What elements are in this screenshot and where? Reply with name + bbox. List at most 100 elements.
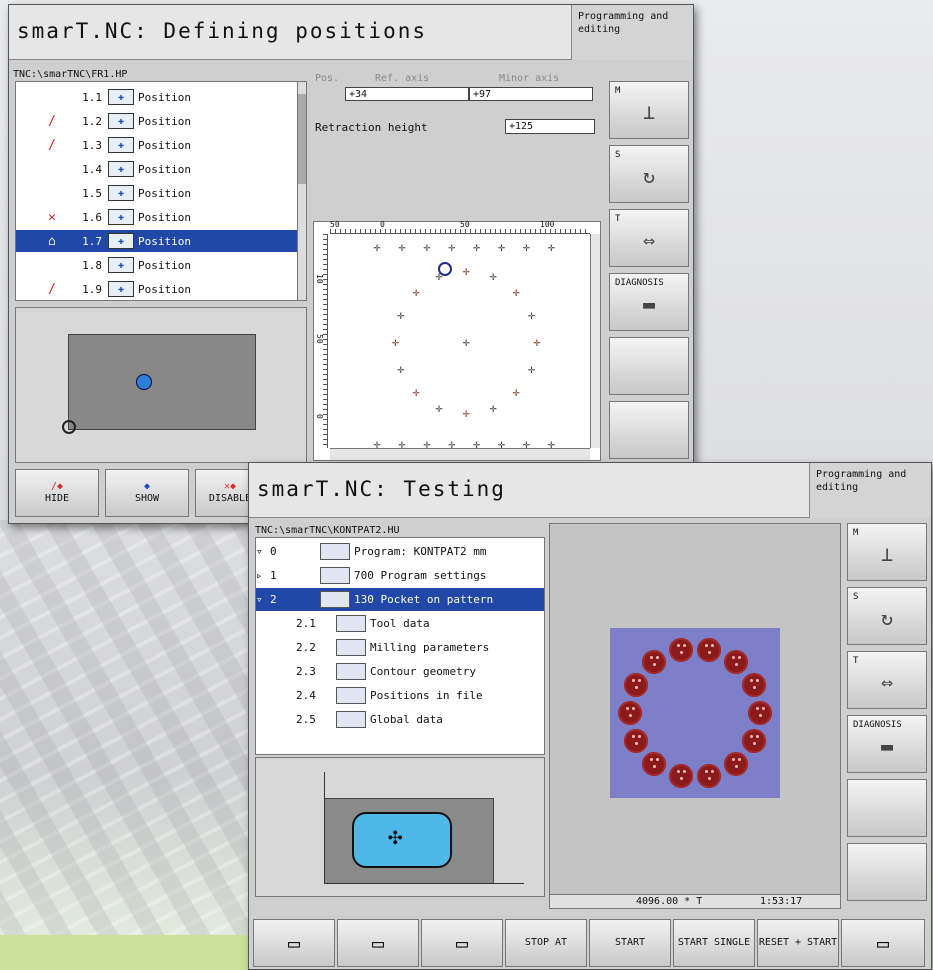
ruler-tick-label: 0 bbox=[380, 220, 385, 229]
tree-item-label: Contour geometry bbox=[370, 665, 476, 678]
graphic-hscroll[interactable] bbox=[330, 448, 590, 460]
softkey-graphic-1[interactable]: ▭ bbox=[337, 919, 419, 967]
softkey-label: STOP AT bbox=[524, 937, 568, 948]
softkey-start-single[interactable]: START SINGLE bbox=[673, 919, 755, 967]
position-list[interactable]: 1.1 ✚ Position/1.2 ✚ Position/1.3 ✚ Position 1.… bbox=[15, 81, 305, 301]
pocket-icon bbox=[741, 729, 766, 754]
position-graphic[interactable]: 50 0 50 100 10 50 0 ✛ ✛ ✛ ✛ ✛ ✛ ✛ ✛ ✛ ✛ ✛ ✛ ✛ ✛ ✛ ✛ ✛ ✛ ✛ ✛… bbox=[313, 220, 601, 461]
side-softkey-empty[interactable] bbox=[847, 779, 927, 837]
y-axis-arrow bbox=[324, 772, 325, 884]
position-row[interactable]: ✕ 1.6 ✚ Position bbox=[16, 206, 304, 228]
tree-item-number: 2.2 bbox=[296, 641, 316, 654]
tree-item[interactable]: ▹ 1 700 Program settings bbox=[256, 564, 544, 587]
tree-item-icon bbox=[320, 543, 350, 560]
row-number: ⌂ 1.7 bbox=[16, 234, 108, 249]
softkey-graphic-2[interactable]: ▭ bbox=[421, 919, 503, 967]
side-softkey-t[interactable]: T ⇔ bbox=[609, 209, 689, 267]
side-softkey-label: S bbox=[615, 150, 621, 160]
status-value: 4096.00 * T bbox=[636, 896, 703, 907]
side-softkey-diagnosis[interactable]: DIAGNOSIS ▬ bbox=[847, 715, 927, 773]
position-row[interactable]: / 1.3 ✚ Position bbox=[16, 134, 304, 156]
row-number-text: 1.3 bbox=[82, 138, 102, 152]
position-row[interactable]: 1.8 ✚ Position bbox=[16, 254, 304, 276]
hide-icon: /◆ bbox=[50, 481, 64, 492]
mode-indicator: Programming and editing bbox=[571, 5, 693, 60]
row-number-text: 1.9 bbox=[82, 282, 102, 296]
softkey-start[interactable]: START bbox=[589, 919, 671, 967]
program-tree[interactable]: ▿ 0 Program: KONTPAT2 mm ▹ 1 700 Program sett… bbox=[255, 537, 545, 755]
position-icon: ✚ bbox=[108, 113, 134, 129]
expand-icon[interactable]: ▿ bbox=[256, 545, 270, 558]
retraction-label: Retraction height bbox=[315, 121, 428, 134]
side-softkey-s[interactable]: S ↻ bbox=[847, 587, 927, 645]
hide-softkey[interactable]: /◆ HIDE bbox=[15, 469, 99, 517]
position-row[interactable]: / 1.9 ✚ Position bbox=[16, 278, 304, 300]
position-marker-icon bbox=[136, 374, 152, 390]
show-softkey[interactable]: ◆ SHOW bbox=[105, 469, 189, 517]
retraction-input[interactable]: +125 bbox=[505, 119, 595, 134]
side-softkey-empty[interactable] bbox=[847, 843, 927, 901]
expand-icon[interactable]: ▹ bbox=[256, 569, 270, 582]
tool-preview: ✣ bbox=[255, 757, 545, 897]
window-title: smarT.NC: Testing bbox=[257, 477, 506, 501]
position-point: ✛ bbox=[489, 269, 497, 284]
softkey-label: HIDE bbox=[44, 493, 70, 504]
list-scrollbar[interactable] bbox=[297, 81, 307, 301]
pocket-icon bbox=[624, 729, 649, 754]
tree-item[interactable]: 2.2 Milling parameters bbox=[256, 636, 544, 659]
tree-item[interactable]: 2.4 Positions in file bbox=[256, 684, 544, 707]
pos-label: Pos. bbox=[315, 73, 340, 84]
side-softkey-t[interactable]: T ⇔ bbox=[847, 651, 927, 709]
tree-item-label: Program: KONTPAT2 mm bbox=[354, 545, 487, 558]
tree-item-number: 2.3 bbox=[296, 665, 316, 678]
tree-item[interactable]: 2.3 Contour geometry bbox=[256, 660, 544, 683]
tree-item-number: 2.4 bbox=[296, 689, 316, 702]
tree-item-number: 2 bbox=[270, 593, 277, 606]
view-icon: ▭ bbox=[876, 931, 890, 955]
position-row[interactable]: 1.1 ✚ Position bbox=[16, 86, 304, 108]
side-softkey-empty[interactable] bbox=[609, 337, 689, 395]
ruler-tick-label: 100 bbox=[540, 220, 555, 229]
row-status-icon: ✕ bbox=[48, 209, 56, 225]
side-softkey-empty[interactable] bbox=[609, 401, 689, 459]
side-softkey-m[interactable]: M ⊥ bbox=[609, 81, 689, 139]
side-softkey-label: S bbox=[853, 592, 859, 602]
row-number: / 1.3 bbox=[16, 138, 108, 153]
tool-icon: ✣ bbox=[388, 822, 403, 850]
side-softkey-diagnosis[interactable]: DIAGNOSIS ▬ bbox=[609, 273, 689, 331]
tree-item-icon bbox=[336, 615, 366, 632]
tree-item[interactable]: ▿ 0 Program: KONTPAT2 mm bbox=[256, 540, 544, 563]
expand-icon[interactable]: ▿ bbox=[256, 593, 270, 606]
position-icon: ✚ bbox=[108, 185, 134, 201]
tree-item[interactable]: ▿ 2 130 Pocket on pattern bbox=[256, 588, 544, 611]
side-softkey-label: DIAGNOSIS bbox=[853, 720, 902, 730]
position-point: ✛ bbox=[462, 263, 470, 278]
graphic-vscroll[interactable] bbox=[590, 234, 600, 448]
tree-item-icon bbox=[336, 663, 366, 680]
position-point: ✛ bbox=[462, 406, 470, 421]
softkey-reset-start[interactable]: RESET + START bbox=[757, 919, 839, 967]
ref-axis-input[interactable]: +34 bbox=[345, 87, 469, 101]
minor-axis-input[interactable]: +97 bbox=[469, 87, 593, 101]
pocket-icon bbox=[642, 650, 667, 675]
tree-item-label: 130 Pocket on pattern bbox=[354, 593, 494, 606]
side-softkey-s[interactable]: S ↻ bbox=[609, 145, 689, 203]
row-label: Position bbox=[138, 234, 191, 248]
position-row[interactable]: ⌂ 1.7 ✚ Position bbox=[16, 230, 304, 252]
position-row[interactable]: / 1.2 ✚ Position bbox=[16, 110, 304, 132]
position-marks: ✛ ✛ ✛ ✛ ✛ ✛ ✛ ✛ ✛ ✛ ✛ ✛ ✛ ✛ ✛ ✛ ✛ ✛ ✛ ✛ ✛ ✛ ✛ ✛ ✛ ✛ ✛ ✛ ✛ ✛ ✛ ✛ ✛ bbox=[330, 234, 590, 450]
position-point: ✛ bbox=[533, 335, 541, 349]
simulation-view[interactable]: 4096.00 * T 1:53:17 bbox=[549, 523, 841, 909]
tree-item[interactable]: 2.1 Tool data bbox=[256, 612, 544, 635]
softkey-stop-at[interactable]: STOP AT bbox=[505, 919, 587, 967]
position-row[interactable]: 1.4 ✚ Position bbox=[16, 158, 304, 180]
green-accent-bar bbox=[0, 935, 270, 970]
tree-item-icon bbox=[336, 711, 366, 728]
position-row[interactable]: 1.5 ✚ Position bbox=[16, 182, 304, 204]
row-number: 1.1 bbox=[16, 91, 108, 104]
softkey-graphic-7[interactable]: ▭ bbox=[841, 919, 925, 967]
side-softkey-m[interactable]: M ⊥ bbox=[847, 523, 927, 581]
pocket-icon bbox=[748, 701, 772, 725]
softkey-graphic-0[interactable]: ▭ bbox=[253, 919, 335, 967]
tree-item[interactable]: 2.5 Global data bbox=[256, 708, 544, 731]
